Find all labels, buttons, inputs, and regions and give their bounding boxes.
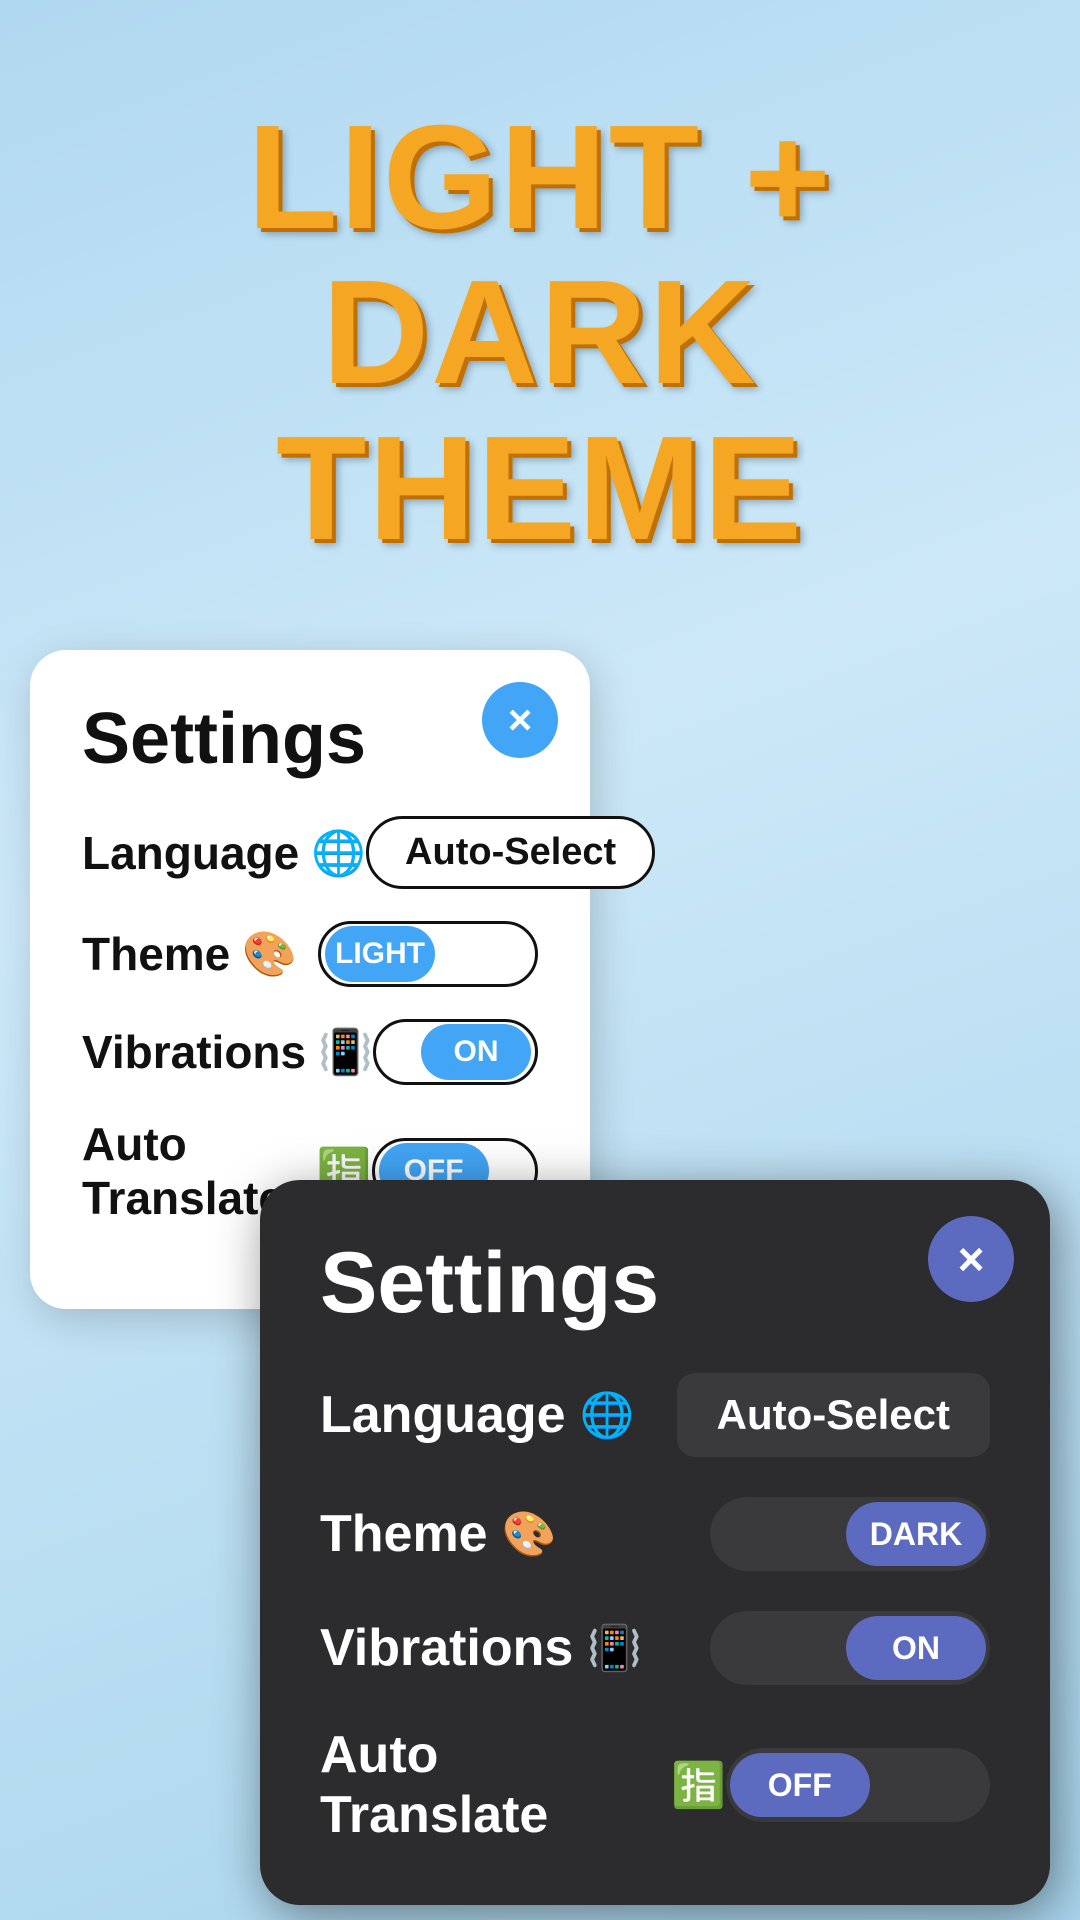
light-vibrations-knob: ON (421, 1024, 531, 1080)
light-theme-row: Theme 🎨 LIGHT (82, 921, 538, 987)
dark-auto-translate-knob: OFF (730, 1753, 870, 1817)
light-theme-knob: LIGHT (325, 926, 435, 982)
dark-language-label: Language 🌐 (320, 1385, 634, 1445)
dark-auto-translate-toggle[interactable]: OFF (726, 1748, 990, 1822)
palette-icon-dark: 🎨 (502, 1508, 557, 1560)
palette-icon: 🎨 (242, 928, 297, 980)
dark-panel-title: Settings (320, 1234, 990, 1333)
light-language-select[interactable]: Auto-Select (366, 816, 655, 889)
vibration-icon-dark: 📳 (587, 1622, 642, 1674)
dark-auto-translate-label: Auto Translate 🈯 (320, 1725, 726, 1845)
dark-theme-row: Theme 🎨 DARK (320, 1497, 990, 1571)
dark-language-row: Language 🌐 Auto-Select (320, 1373, 990, 1457)
dark-auto-translate-row: Auto Translate 🈯 OFF (320, 1725, 990, 1845)
hero-title: Light + Dark Theme (0, 100, 1080, 566)
globe-icon-dark: 🌐 (580, 1389, 635, 1441)
dark-settings-panel: Settings × Language 🌐 Auto-Select Theme … (260, 1180, 1050, 1905)
dark-theme-toggle[interactable]: DARK (710, 1497, 990, 1571)
light-language-row: Language 🌐 Auto-Select (82, 816, 538, 889)
globe-icon: 🌐 (311, 827, 366, 879)
dark-theme-knob: DARK (846, 1502, 986, 1566)
light-vibrations-row: Vibrations 📳 ON (82, 1019, 538, 1085)
dark-vibrations-toggle[interactable]: ON (710, 1611, 990, 1685)
close-icon: × (508, 699, 533, 741)
dark-theme-label: Theme 🎨 (320, 1504, 556, 1564)
dark-vibrations-label: Vibrations 📳 (320, 1618, 642, 1678)
vibration-icon: 📳 (318, 1026, 373, 1078)
dark-vibrations-row: Vibrations 📳 ON (320, 1611, 990, 1685)
dark-language-select[interactable]: Auto-Select (677, 1373, 990, 1457)
dark-vibrations-knob: ON (846, 1616, 986, 1680)
light-panel-title: Settings (82, 698, 538, 780)
light-language-label: Language 🌐 (82, 826, 366, 880)
close-icon-dark: × (958, 1236, 985, 1282)
light-vibrations-toggle[interactable]: ON (373, 1019, 538, 1085)
light-vibrations-label: Vibrations 📳 (82, 1025, 373, 1079)
dark-close-button[interactable]: × (928, 1216, 1014, 1302)
light-theme-label: Theme 🎨 (82, 927, 297, 981)
light-theme-toggle[interactable]: LIGHT (318, 921, 538, 987)
light-close-button[interactable]: × (482, 682, 558, 758)
translate-icon-dark: 🈯 (671, 1759, 726, 1811)
